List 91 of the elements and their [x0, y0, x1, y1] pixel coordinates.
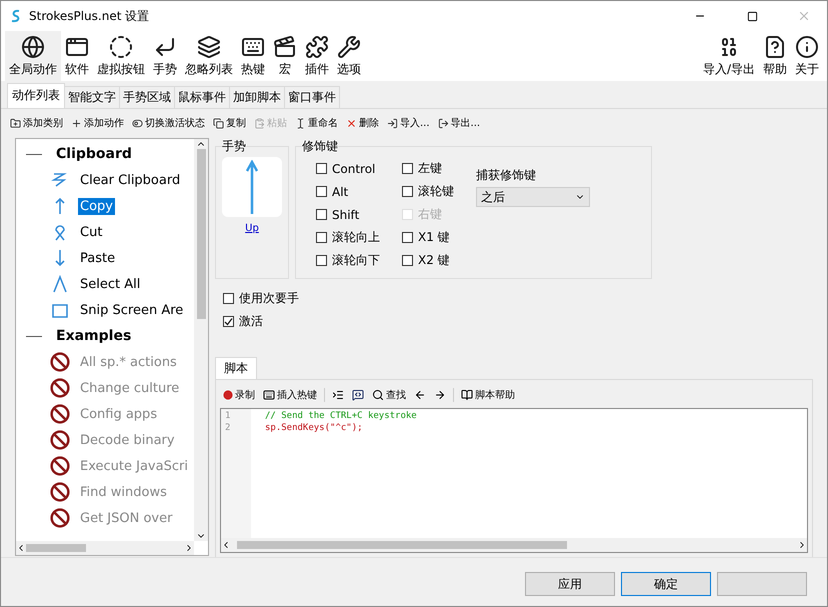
script-help-button[interactable]: 脚本帮助 [460, 387, 516, 403]
toolbar-button[interactable]: 重命名 [294, 115, 339, 131]
tree-item[interactable]: Clear Clipboard [78, 172, 182, 188]
keyboard-icon [263, 389, 275, 401]
info-icon [795, 34, 819, 58]
line-number: 2 [224, 423, 232, 435]
ban-icon [50, 404, 70, 424]
comment-button[interactable] [351, 388, 365, 402]
folder-plus-icon [10, 118, 21, 128]
ban-icon [50, 378, 70, 398]
plus-icon [71, 118, 82, 128]
checkbox[interactable]: 滚轮向上 [316, 226, 380, 249]
insert-hotkey-button[interactable]: 插入热键 [262, 387, 318, 403]
record-button[interactable]: 录制 [222, 387, 256, 403]
find-button[interactable]: 查找 [371, 387, 407, 403]
dialog-button[interactable]: 应用 [525, 572, 615, 596]
field-label: 捕获修饰键 [476, 167, 537, 184]
toolbar-button[interactable]: 添加类别 [9, 115, 64, 131]
toolbar-button[interactable]: 删除 [345, 115, 380, 131]
toolbar-button[interactable]: 全局动作 [5, 31, 61, 81]
delete-icon [346, 118, 357, 128]
back-button[interactable] [413, 388, 427, 402]
capture-dropdown[interactable]: 之后 [476, 187, 590, 207]
ban-icon [50, 482, 70, 502]
checkbox[interactable]: X2 键 [402, 249, 454, 272]
tree-item[interactable]: Snip Screen Are [78, 302, 186, 318]
left-arrow-icon [414, 389, 426, 401]
toolbar-button[interactable]: 导入... [386, 115, 431, 131]
horizontal-scrollbar[interactable] [16, 541, 194, 555]
tree-item[interactable]: Select All [78, 276, 142, 292]
import-icon [387, 118, 398, 128]
up-arrow-icon [246, 160, 258, 214]
puzzle-icon [305, 34, 329, 58]
tree-group[interactable]: Clipboard [56, 146, 132, 162]
code-editor[interactable]: 1 2 // Send the CTRL+C keystroke sp.SendKeys("^c"); [220, 408, 808, 553]
toolbar-button[interactable]: 切换激活状态 [131, 115, 206, 131]
layers-icon [197, 34, 221, 58]
ban-icon [50, 508, 70, 528]
ban-icon [50, 352, 70, 372]
group-title: 修饰键 [302, 138, 338, 155]
tree-item[interactable]: Cut [78, 224, 104, 240]
forward-button[interactable] [433, 388, 447, 402]
vertical-scrollbar[interactable] [194, 139, 208, 541]
tree-group[interactable]: Examples [56, 328, 132, 344]
globe-icon [21, 34, 45, 58]
tab[interactable]: 窗口事件 [284, 86, 340, 108]
gesture-link[interactable]: Up [222, 223, 282, 234]
export-icon [438, 118, 449, 128]
close-icon [797, 9, 811, 23]
checkbox[interactable]: 激活 [223, 310, 813, 333]
wrench-icon [337, 34, 361, 58]
checkbox[interactable]: X1 键 [402, 226, 454, 249]
comment-icon [352, 389, 364, 401]
window-title: StrokesPlus.net 设置 [29, 8, 150, 24]
checkbox[interactable]: 左键 [402, 157, 454, 180]
tree-item[interactable]: Paste [78, 250, 118, 266]
code-line: // Send the CTRL+C keystroke [265, 411, 418, 423]
horizontal-scrollbar[interactable] [221, 538, 807, 552]
check-icon [224, 317, 233, 326]
tab[interactable]: 动作列表 [7, 83, 65, 108]
checkbox[interactable]: Shift [316, 203, 380, 226]
help-icon [763, 34, 787, 58]
tree-item[interactable]: Copy [78, 198, 115, 214]
checkbox[interactable]: 滚轮向下 [316, 249, 380, 272]
paste-icon [254, 118, 265, 128]
checkbox[interactable]: Control [316, 157, 380, 180]
checkbox[interactable]: 滚轮键 [402, 180, 454, 203]
right-arrow-icon [434, 389, 446, 401]
ban-icon [50, 456, 70, 476]
checkbox[interactable]: 使用次要手 [223, 287, 813, 310]
clapperboard-icon [273, 34, 297, 58]
indent-icon [332, 389, 344, 401]
ring-icon [109, 34, 133, 58]
search-icon [372, 389, 384, 401]
toolbar-button[interactable]: 复制 [212, 115, 247, 131]
toggle-icon [132, 118, 143, 128]
toolbar-button[interactable]: 导出... [436, 115, 482, 131]
copy-icon [213, 118, 224, 128]
maximize-icon [746, 10, 758, 22]
toolbar-button[interactable]: 添加动作 [70, 115, 125, 131]
book-icon [461, 389, 473, 401]
text-cursor-icon [295, 118, 306, 128]
line-number: 1 [224, 411, 232, 423]
tab[interactable]: 脚本 [215, 357, 257, 379]
ban-icon [50, 430, 70, 450]
indent-button[interactable] [331, 388, 345, 402]
record-icon [223, 390, 233, 400]
group-title: 手势 [222, 138, 246, 155]
checkbox[interactable]: Alt [316, 180, 380, 203]
code-line: sp.SendKeys("^c"); [265, 423, 364, 435]
dialog-button[interactable]: 确定 [621, 572, 711, 596]
